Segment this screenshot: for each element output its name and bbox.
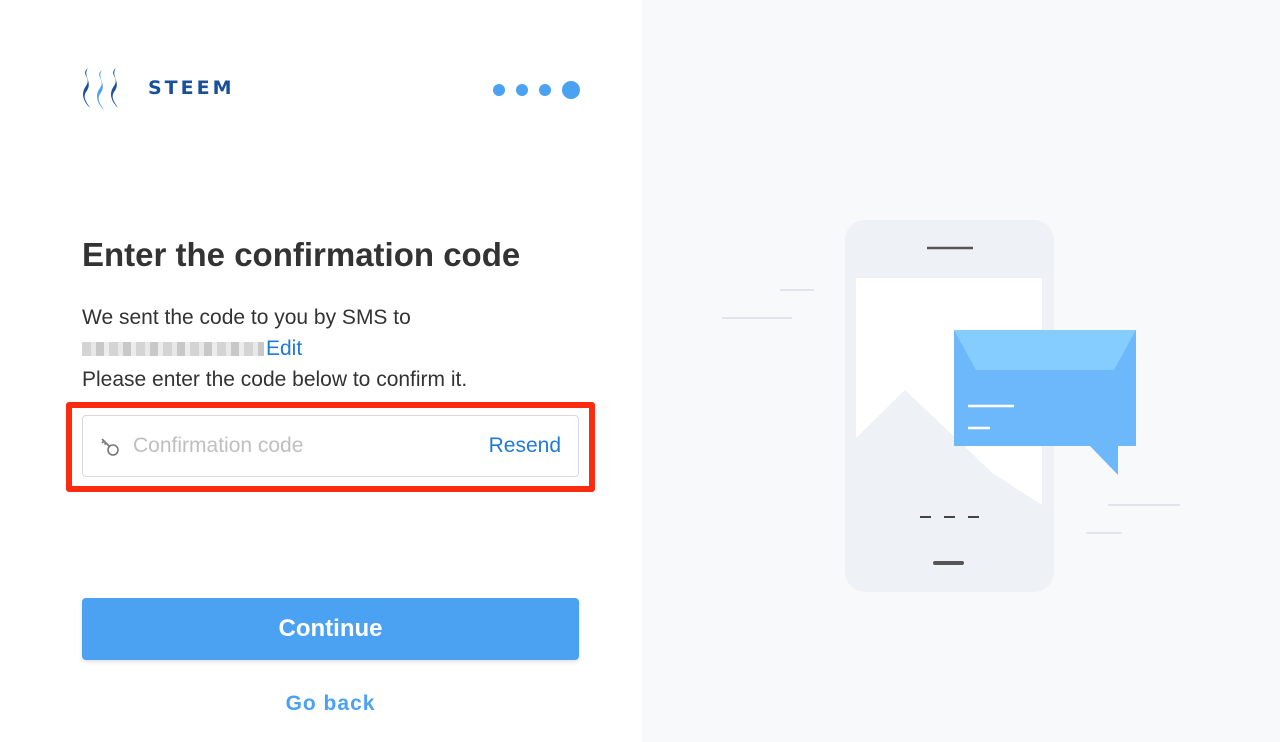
page-title: Enter the confirmation code [82, 236, 521, 273]
step-dot [493, 84, 505, 96]
confirmation-code-field[interactable]: Resend [82, 415, 579, 477]
step-indicator [493, 81, 580, 99]
step-dot [516, 84, 528, 96]
confirmation-code-input[interactable] [133, 416, 473, 476]
description-line-3: Please enter the code below to confirm i… [82, 368, 468, 391]
description-line-1: We sent the code to you by SMS to [82, 306, 411, 329]
steem-logo: STEEM [80, 64, 235, 112]
steem-logo-icon [83, 68, 118, 110]
illustration-panel [642, 0, 1280, 742]
edit-phone-link[interactable]: Edit [266, 337, 302, 360]
step-dot [539, 84, 551, 96]
key-icon [101, 438, 119, 456]
brand-name: STEEM [148, 77, 235, 99]
phone-sms-illustration [722, 220, 1180, 592]
description: We sent the code to you by SMS to Edit P… [82, 302, 467, 395]
form-panel: STEEM Enter the confirmation code We sen… [0, 0, 642, 742]
resend-link[interactable]: Resend [489, 434, 561, 458]
description-line-2: Edit [82, 333, 467, 364]
step-dot-active [562, 81, 580, 99]
continue-button[interactable]: Continue [82, 598, 579, 660]
go-back-link[interactable]: Go back [82, 692, 579, 716]
redacted-phone-number [82, 342, 264, 357]
